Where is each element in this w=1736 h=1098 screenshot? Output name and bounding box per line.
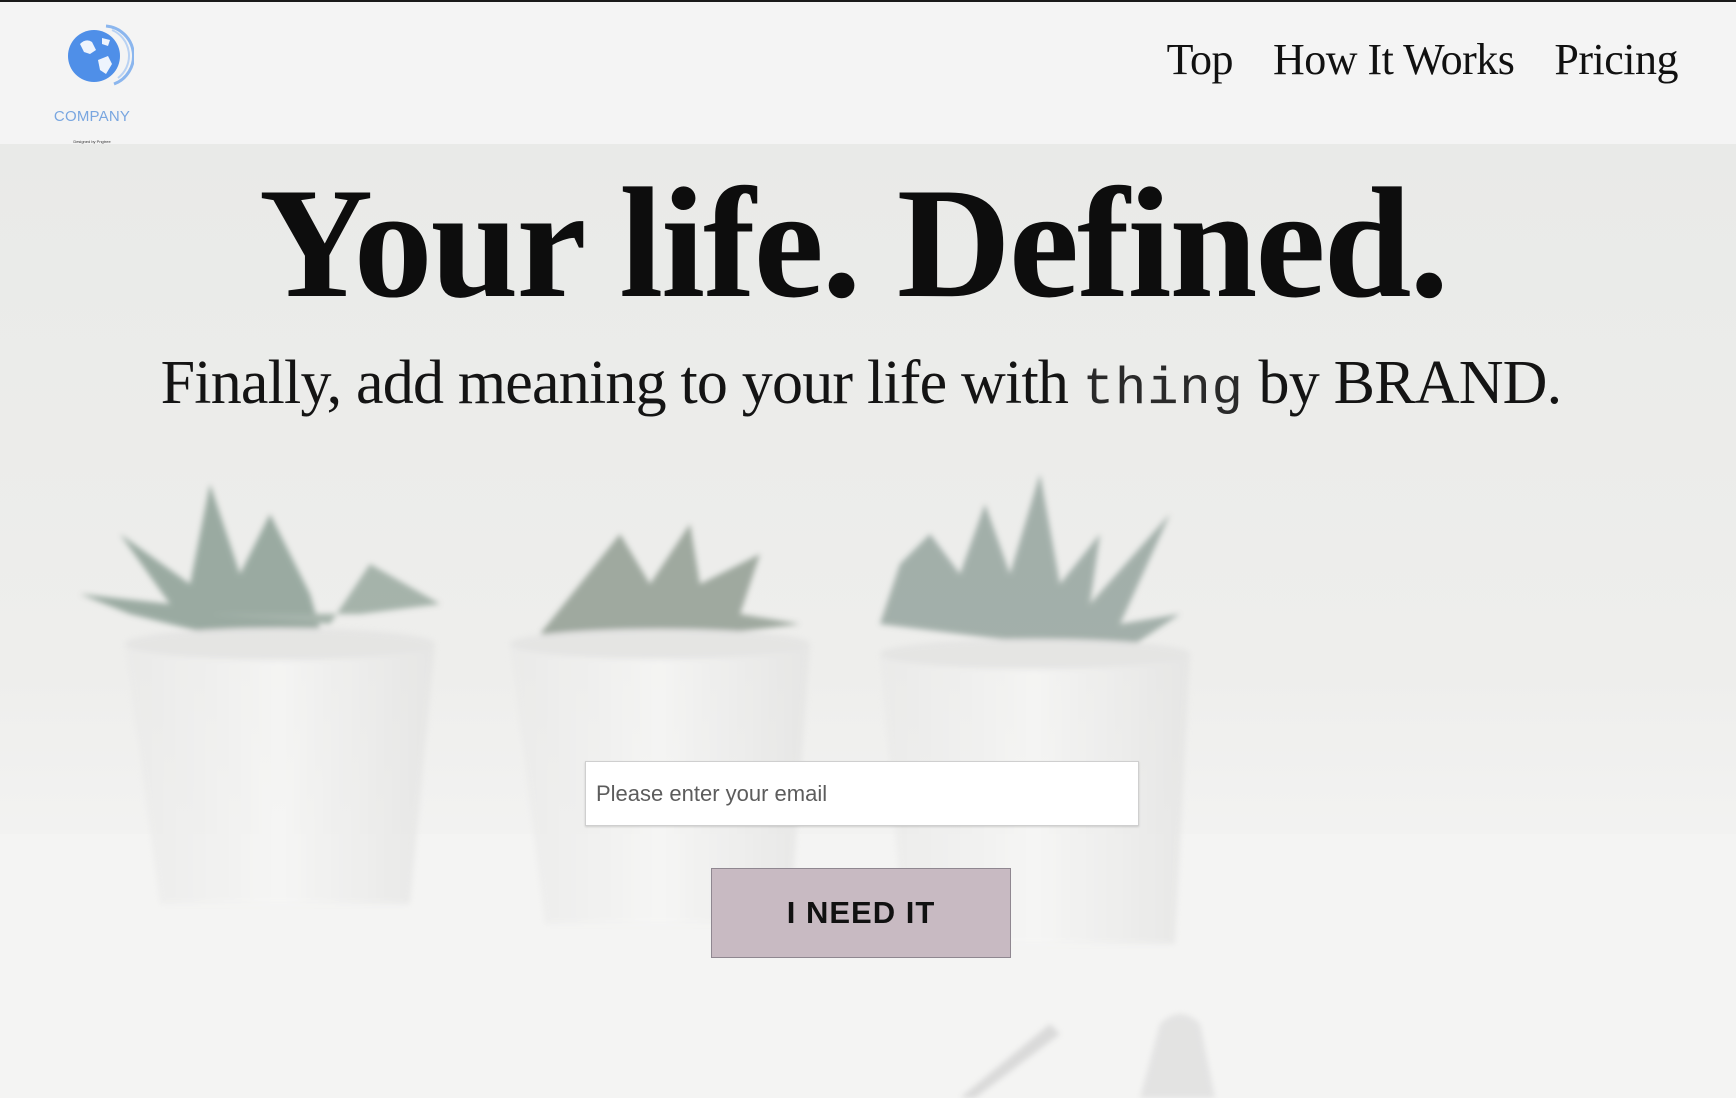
site-header: COMPANY Designed by Pngtree Top How It W… xyxy=(0,2,1736,144)
hero-subtitle-post: by BRAND. xyxy=(1258,349,1563,417)
company-logo[interactable]: COMPANY Designed by Pngtree xyxy=(52,18,134,144)
hero-subtitle: Finally, add meaning to your life with t… xyxy=(0,352,1736,416)
nav-link-top[interactable]: Top xyxy=(1167,38,1234,82)
hero-title: Your life. Defined. xyxy=(259,156,1449,331)
main-nav: Top How It Works Pricing xyxy=(1167,38,1679,82)
email-input[interactable] xyxy=(585,761,1139,826)
hero-subtitle-pre: Finally, add meaning to your life with xyxy=(160,349,1069,417)
nav-link-how-it-works[interactable]: How It Works xyxy=(1273,38,1515,82)
i-need-it-button[interactable]: I NEED IT xyxy=(711,868,1011,958)
nav-link-pricing[interactable]: Pricing xyxy=(1554,38,1678,82)
plant-2 xyxy=(510,524,810,924)
globe-icon xyxy=(68,24,134,86)
hero-subtitle-product: thing xyxy=(1082,360,1244,419)
logo-tagline: Designed by Pngtree xyxy=(73,139,111,144)
logo-text: COMPANY xyxy=(53,108,131,125)
